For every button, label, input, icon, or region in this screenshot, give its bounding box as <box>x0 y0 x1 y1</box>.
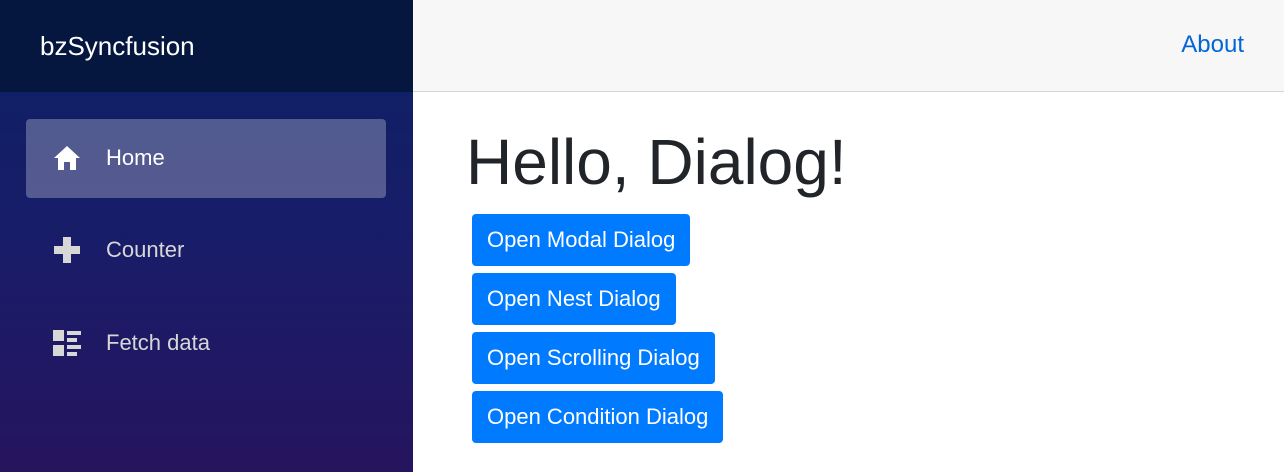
open-condition-dialog-button[interactable]: Open Condition Dialog <box>472 391 724 443</box>
sidebar-item-home[interactable]: Home <box>26 119 386 198</box>
sidebar-item-label: Counter <box>106 237 185 262</box>
top-bar: About <box>413 0 1284 92</box>
sidebar-item-counter[interactable]: Counter <box>26 211 386 290</box>
brand-link[interactable]: bzSyncfusion <box>40 31 195 61</box>
open-modal-dialog-button[interactable]: Open Modal Dialog <box>472 214 691 266</box>
sidebar-item-fetch-data[interactable]: Fetch data <box>26 304 386 383</box>
sidebar-item-label: Fetch data <box>106 330 210 355</box>
about-link[interactable]: About <box>1181 30 1244 60</box>
home-icon <box>54 146 80 170</box>
list-icon <box>53 330 81 356</box>
sidebar-item-label: Home <box>106 145 165 170</box>
plus-icon <box>54 237 80 263</box>
page-title: Hello, Dialog! <box>466 126 847 198</box>
sidebar: bzSyncfusion Home Counter Fetch data <box>0 0 413 472</box>
brand-bar: bzSyncfusion <box>0 0 413 92</box>
open-nest-dialog-button[interactable]: Open Nest Dialog <box>472 273 676 325</box>
open-scrolling-dialog-button[interactable]: Open Scrolling Dialog <box>472 332 715 384</box>
